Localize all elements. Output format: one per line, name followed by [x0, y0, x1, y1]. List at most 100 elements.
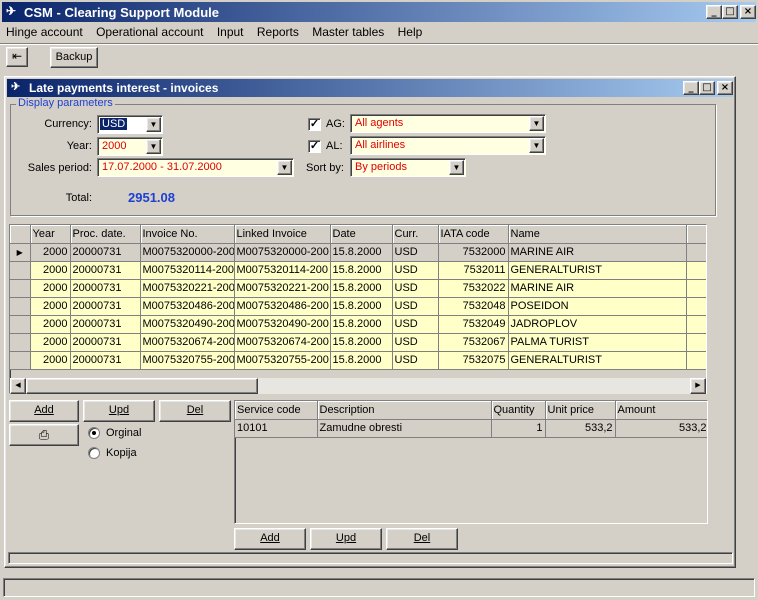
table-row[interactable]: 2000 20000731 M0075320490-200 M0075320490-2…	[10, 315, 706, 334]
current-row-indicator-icon[interactable]: ▶	[10, 243, 31, 262]
menu-bar: Hinge account Operational account Input …	[6, 25, 432, 43]
col-unit-price[interactable]: Unit price	[545, 401, 616, 420]
col-proc-date[interactable]: Proc. date.	[70, 225, 141, 244]
menu-hinge-account[interactable]: Hinge account	[6, 25, 83, 39]
proc-date-cell: 20000731	[70, 279, 141, 298]
row-indicator[interactable]	[10, 279, 31, 298]
chevron-down-icon[interactable]: ▼	[277, 160, 292, 175]
al-value: All airlines	[355, 139, 406, 151]
sort-by-select[interactable]: By periods ▼	[350, 158, 466, 177]
iata-code-cell: 7532049	[438, 315, 509, 334]
filler-cell	[686, 351, 706, 370]
table-row[interactable]: 2000 20000731 M0075320486-200 M0075320486-2…	[10, 297, 706, 316]
menu-master-tables[interactable]: Master tables	[312, 25, 384, 39]
original-radio[interactable]	[88, 427, 100, 439]
chevron-down-icon[interactable]: ▼	[529, 116, 544, 131]
linked-invoice-cell: M0075320000-200	[234, 243, 331, 262]
chevron-down-icon[interactable]: ▼	[449, 160, 464, 175]
table-row[interactable]: 2000 20000731 M0075320674-200 M0075320674-2…	[10, 333, 706, 352]
scroll-left-icon[interactable]: ◀	[10, 378, 26, 394]
menu-help[interactable]: Help	[398, 25, 423, 39]
row-indicator[interactable]	[10, 351, 31, 370]
scroll-right-icon[interactable]: ▶	[690, 378, 706, 394]
ag-select[interactable]: All agents ▼	[350, 114, 546, 133]
date-cell: 15.8.2000	[330, 351, 393, 370]
col-invoice-no[interactable]: Invoice No.	[140, 225, 235, 244]
row-indicator[interactable]	[10, 297, 31, 316]
table-row[interactable]: 2000 20000731 M0075320114-200 M0075320114-2…	[10, 261, 706, 280]
col-service-code[interactable]: Service code	[235, 401, 318, 420]
service-code-cell: 10101	[235, 419, 318, 438]
app-title: CSM - Clearing Support Module	[24, 5, 219, 20]
row-indicator[interactable]	[10, 261, 31, 280]
print-button[interactable]: ⎙	[9, 424, 79, 446]
date-cell: 15.8.2000	[330, 333, 393, 352]
chevron-down-icon[interactable]: ▼	[146, 117, 161, 132]
proc-date-cell: 20000731	[70, 297, 141, 316]
year-cell: 2000	[30, 315, 71, 334]
copy-radio[interactable]	[88, 447, 100, 459]
row-indicator[interactable]	[10, 333, 31, 352]
al-select[interactable]: All airlines ▼	[350, 136, 546, 155]
sort-by-label: Sort by:	[306, 162, 344, 174]
col-linked-invoice[interactable]: Linked Invoice	[234, 225, 331, 244]
delete-detail-button[interactable]: Del	[386, 528, 458, 550]
curr-cell: USD	[392, 243, 439, 262]
menu-operational-account[interactable]: Operational account	[96, 25, 203, 39]
delete-invoice-button[interactable]: Del	[159, 400, 231, 422]
menu-input[interactable]: Input	[217, 25, 244, 39]
maximize-icon[interactable]: □	[722, 5, 738, 19]
curr-cell: USD	[392, 315, 439, 334]
ag-checkbox[interactable]: ✓	[308, 118, 321, 131]
curr-cell: USD	[392, 261, 439, 280]
close-icon[interactable]: ×	[740, 5, 756, 19]
sales-period-label: Sales period:	[27, 162, 92, 174]
col-year[interactable]: Year	[30, 225, 71, 244]
exit-button[interactable]: ⇤	[6, 47, 28, 67]
name-cell: JADROPLOV	[508, 315, 687, 334]
update-detail-button[interactable]: Upd	[310, 528, 382, 550]
table-row[interactable]: 2000 20000731 M0075320221-200 M0075320221-2…	[10, 279, 706, 298]
col-name[interactable]: Name	[508, 225, 687, 244]
col-quantity[interactable]: Quantity	[491, 401, 546, 420]
invoice-no-cell: M0075320486-200	[140, 297, 235, 316]
add-detail-button[interactable]: Add	[234, 528, 306, 550]
minimize-icon[interactable]: _	[706, 5, 722, 19]
child-minimize-icon[interactable]: _	[683, 81, 699, 95]
filler-cell	[686, 297, 706, 316]
child-close-icon[interactable]: ×	[717, 81, 733, 95]
invoices-grid[interactable]: Year Proc. date. Invoice No. Linked Invo…	[9, 224, 707, 394]
row-indicator[interactable]	[10, 315, 31, 334]
backup-button[interactable]: Backup	[50, 47, 98, 68]
copy-label: Kopija	[106, 447, 137, 459]
chevron-down-icon[interactable]: ▼	[146, 139, 161, 154]
door-exit-icon: ⇤	[11, 49, 23, 63]
year-cell: 2000	[30, 261, 71, 280]
update-invoice-button[interactable]: Upd	[83, 400, 155, 422]
table-row[interactable]: ▶ 2000 20000731 M0075320000-200 M0075320000-…	[10, 243, 706, 262]
add-invoice-button[interactable]: Add	[9, 400, 79, 422]
chevron-down-icon[interactable]: ▼	[529, 138, 544, 153]
invoices-hscrollbar[interactable]: ◀ ▶	[10, 378, 706, 394]
year-value: 2000	[102, 140, 127, 152]
date-cell: 15.8.2000	[330, 279, 393, 298]
al-checkbox[interactable]: ✓	[308, 140, 321, 153]
table-row[interactable]: 10101 Zamudne obresti 1 533,2 533,2	[235, 419, 707, 438]
col-curr[interactable]: Curr.	[392, 225, 439, 244]
year-select[interactable]: 2000 ▼	[97, 137, 163, 156]
currency-select[interactable]: USD ▼	[97, 115, 163, 134]
table-row[interactable]: 2000 20000731 M0075320755-200 M0075320755-2…	[10, 351, 706, 370]
col-filler	[686, 225, 706, 244]
col-iata-code[interactable]: IATA code	[438, 225, 509, 244]
col-description[interactable]: Description	[317, 401, 492, 420]
details-grid[interactable]: Service code Description Quantity Unit p…	[234, 400, 708, 524]
col-date[interactable]: Date	[330, 225, 393, 244]
proc-date-cell: 20000731	[70, 351, 141, 370]
iata-code-cell: 7532067	[438, 333, 509, 352]
ag-value: All agents	[355, 117, 404, 129]
col-amount[interactable]: Amount	[615, 401, 707, 420]
child-maximize-icon[interactable]: □	[699, 81, 715, 95]
sales-period-select[interactable]: 17.07.2000 - 31.07.2000 ▼	[97, 158, 294, 177]
menu-reports[interactable]: Reports	[257, 25, 299, 39]
scroll-thumb[interactable]	[26, 378, 258, 394]
